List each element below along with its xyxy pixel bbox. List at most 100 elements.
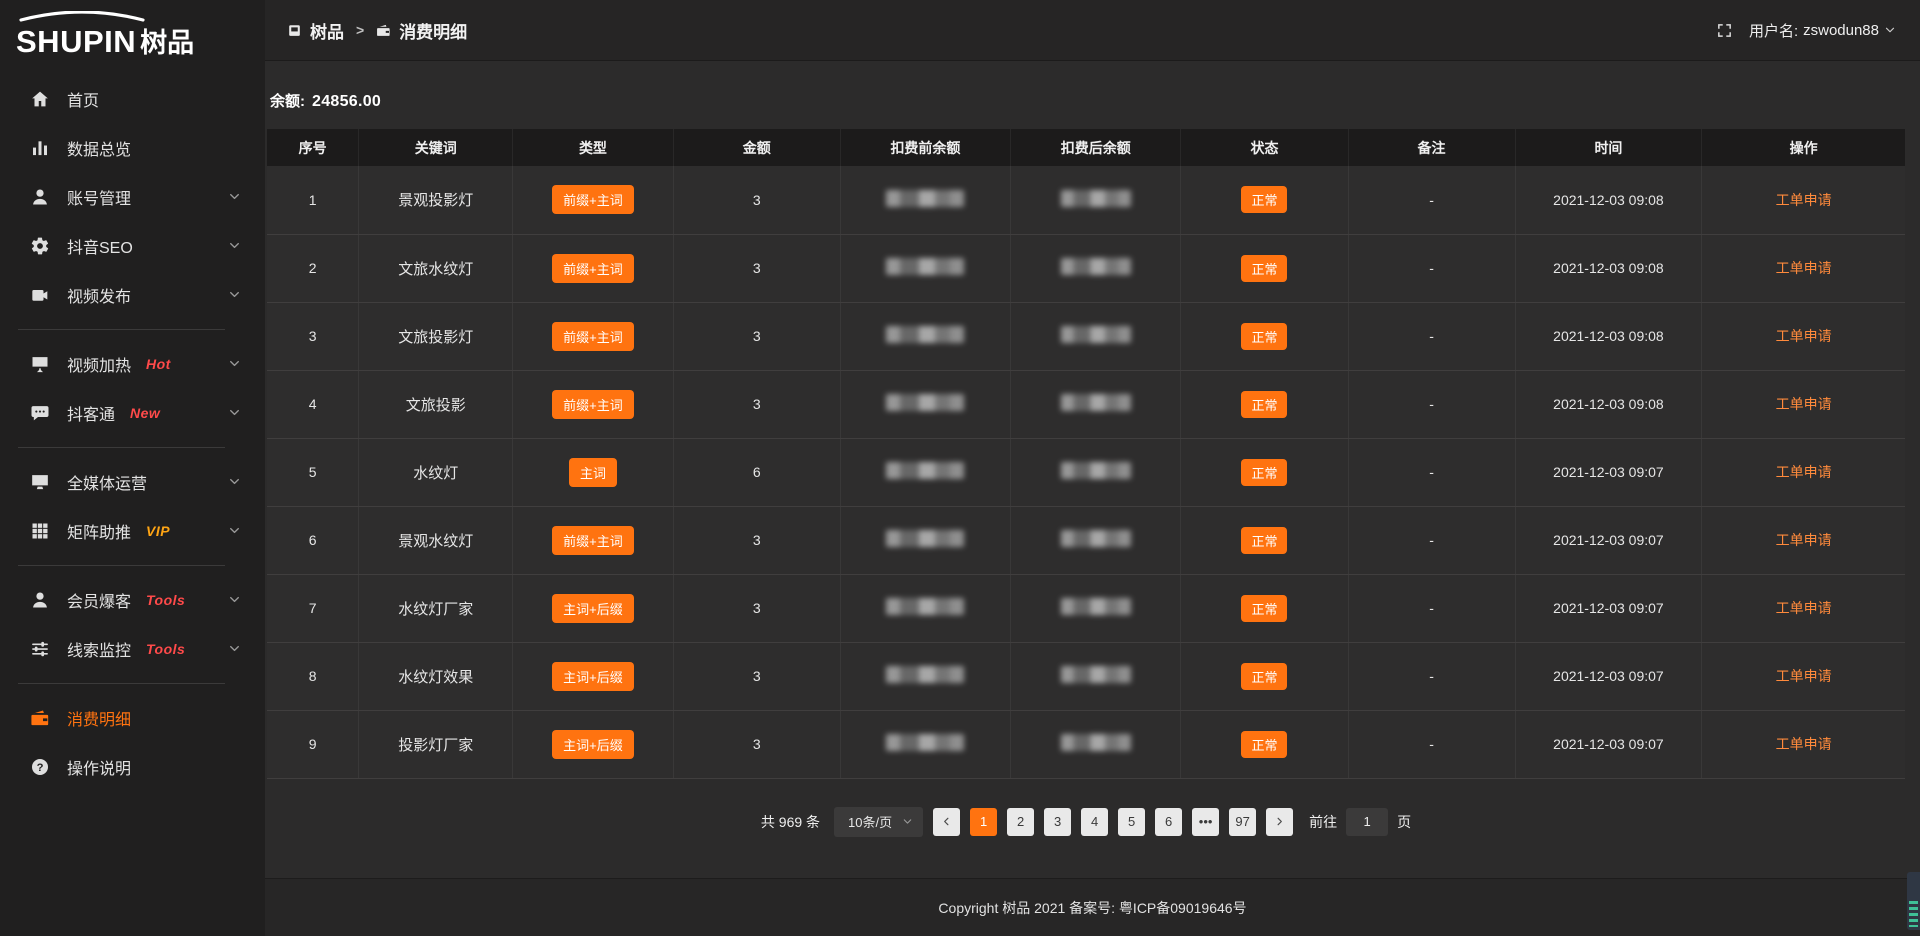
chevron-down-icon <box>228 190 241 203</box>
balance-before-redacted <box>886 258 964 275</box>
amount-cell: 3 <box>673 234 840 302</box>
balance-after-redacted <box>1061 530 1131 547</box>
prev-page-button[interactable] <box>933 808 960 836</box>
balance-before-cell <box>840 234 1010 302</box>
sidebar-item-label: 账号管理 <box>67 185 131 209</box>
keyword-cell: 文旅水纹灯 <box>359 234 513 302</box>
seq-cell: 2 <box>267 234 359 302</box>
sliders-icon <box>30 639 50 659</box>
logo-text-en: SHUPIN <box>16 24 136 59</box>
balance-after-redacted <box>1061 666 1131 683</box>
remark-cell: - <box>1348 302 1515 370</box>
monitor-icon <box>30 472 50 492</box>
page-button-4[interactable]: 4 <box>1081 808 1108 836</box>
balance-after-cell <box>1011 370 1181 438</box>
status-cell: 正常 <box>1181 234 1348 302</box>
app-window: SHUPIN树品 首页数据总览账号管理抖音SEO视频发布视频加热Hot抖客通Ne… <box>0 0 1920 936</box>
table-row: 5水纹灯主词6正常-2021-12-03 09:07工单申请 <box>267 438 1905 506</box>
amount-cell: 3 <box>673 302 840 370</box>
page-button-6[interactable]: 6 <box>1155 808 1182 836</box>
chevron-down-icon <box>228 357 241 370</box>
balance-before-redacted <box>886 394 964 411</box>
type-cell: 主词+后缀 <box>513 642 674 710</box>
type-badge: 前缀+主词 <box>552 390 634 419</box>
table-row: 7水纹灯厂家主词+后缀3正常-2021-12-03 09:07工单申请 <box>267 574 1905 642</box>
status-cell: 正常 <box>1181 302 1348 370</box>
next-page-button[interactable] <box>1266 808 1293 836</box>
sidebar-item-数据总览[interactable]: 数据总览 <box>0 123 265 172</box>
sidebar-item-会员爆客[interactable]: 会员爆客Tools <box>0 575 265 624</box>
table-row: 6景观水纹灯前缀+主词3正常-2021-12-03 09:07工单申请 <box>267 506 1905 574</box>
column-header: 时间 <box>1515 129 1702 166</box>
chevron-down-icon <box>228 593 241 606</box>
type-cell: 主词+后缀 <box>513 574 674 642</box>
balance-label: 余额: <box>270 90 305 111</box>
remark-cell: - <box>1348 574 1515 642</box>
keyword-cell: 水纹灯 <box>359 438 513 506</box>
sidebar-item-抖音SEO[interactable]: 抖音SEO <box>0 221 265 270</box>
page-button-3[interactable]: 3 <box>1044 808 1071 836</box>
balance-after-cell <box>1011 506 1181 574</box>
work-order-link[interactable]: 工单申请 <box>1776 532 1832 548</box>
breadcrumb-item-消费明细[interactable]: 消费明细 <box>376 18 467 43</box>
balance-before-redacted <box>886 190 964 207</box>
work-order-link[interactable]: 工单申请 <box>1776 600 1832 616</box>
sidebar-item-视频加热[interactable]: 视频加热Hot <box>0 339 265 388</box>
footer: Copyright 树品 2021 备案号: 粤ICP备09019646号 <box>265 878 1920 936</box>
work-order-link[interactable]: 工单申请 <box>1776 192 1832 208</box>
goto-page-input[interactable] <box>1346 808 1388 836</box>
action-cell: 工单申请 <box>1702 642 1905 710</box>
goto-label: 前往 <box>1309 812 1337 832</box>
work-order-link[interactable]: 工单申请 <box>1776 736 1832 752</box>
chevron-down-icon <box>228 642 241 655</box>
sidebar-item-label: 线索监控 <box>67 637 131 661</box>
sidebar-item-账号管理[interactable]: 账号管理 <box>0 172 265 221</box>
column-header: 状态 <box>1181 129 1348 166</box>
sidebar-item-视频发布[interactable]: 视频发布 <box>0 270 265 319</box>
home-icon <box>30 89 50 109</box>
balance-after-cell <box>1011 438 1181 506</box>
fullscreen-icon[interactable] <box>1716 22 1733 39</box>
sidebar-divider <box>18 329 225 330</box>
work-order-link[interactable]: 工单申请 <box>1776 396 1832 412</box>
remark-cell: - <box>1348 438 1515 506</box>
balance-before-cell <box>840 574 1010 642</box>
sidebar-item-矩阵助推[interactable]: 矩阵助推VIP <box>0 506 265 555</box>
keyword-cell: 文旅投影灯 <box>359 302 513 370</box>
balance-after-cell <box>1011 642 1181 710</box>
work-order-link[interactable]: 工单申请 <box>1776 464 1832 480</box>
status-cell: 正常 <box>1181 370 1348 438</box>
work-order-link[interactable]: 工单申请 <box>1776 328 1832 344</box>
keyword-cell: 水纹灯厂家 <box>359 574 513 642</box>
seq-cell: 5 <box>267 438 359 506</box>
logo[interactable]: SHUPIN树品 <box>0 0 265 64</box>
page-button-97[interactable]: 97 <box>1229 808 1256 836</box>
sidebar-item-全媒体运营[interactable]: 全媒体运营 <box>0 457 265 506</box>
goto-page: 前往 页 <box>1309 808 1411 836</box>
remark-cell: - <box>1348 710 1515 778</box>
type-badge: 主词 <box>569 458 617 487</box>
table-row: 2文旅水纹灯前缀+主词3正常-2021-12-03 09:08工单申请 <box>267 234 1905 302</box>
sidebar-item-消费明细[interactable]: 消费明细 <box>0 693 265 742</box>
sidebar-item-首页[interactable]: 首页 <box>0 74 265 123</box>
page-button-5[interactable]: 5 <box>1118 808 1145 836</box>
sidebar-item-线索监控[interactable]: 线索监控Tools <box>0 624 265 673</box>
page-button-1[interactable]: 1 <box>970 808 997 836</box>
more-pages-button[interactable]: ••• <box>1192 808 1219 836</box>
sidebar-item-操作说明[interactable]: ?操作说明 <box>0 742 265 791</box>
logo-arc <box>18 11 146 22</box>
page-size-select[interactable]: 10条/页 <box>834 807 923 837</box>
work-order-link[interactable]: 工单申请 <box>1776 260 1832 276</box>
app-icon <box>287 23 302 38</box>
chat-widget[interactable] <box>1907 872 1920 930</box>
balance-before-redacted <box>886 598 964 615</box>
page-button-2[interactable]: 2 <box>1007 808 1034 836</box>
work-order-link[interactable]: 工单申请 <box>1776 668 1832 684</box>
user-menu[interactable]: 用户名: zswodun88 <box>1749 20 1896 41</box>
seq-cell: 8 <box>267 642 359 710</box>
sidebar-item-label: 矩阵助推 <box>67 519 131 543</box>
sidebar-item-抖客通[interactable]: 抖客通New <box>0 388 265 437</box>
breadcrumb-item-树品[interactable]: 树品 <box>287 18 344 43</box>
amount-cell: 3 <box>673 166 840 234</box>
action-cell: 工单申请 <box>1702 234 1905 302</box>
